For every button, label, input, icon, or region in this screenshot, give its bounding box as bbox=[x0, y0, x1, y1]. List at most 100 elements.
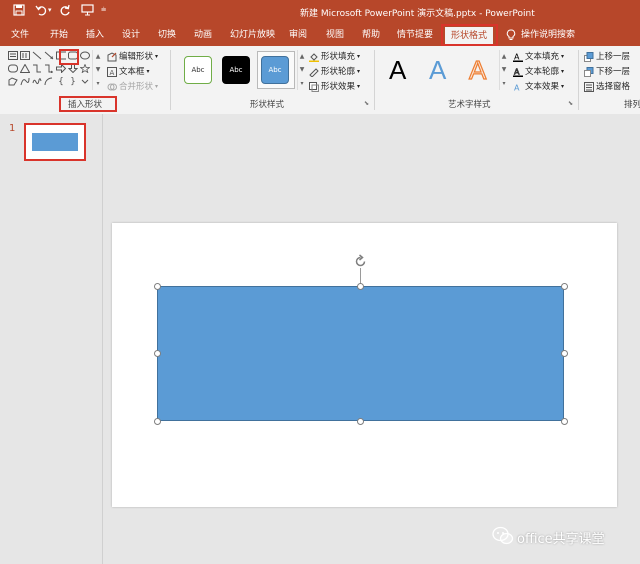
wordart-style-orange-outline[interactable]: A bbox=[468, 54, 487, 85]
oval-shape-icon[interactable] bbox=[80, 51, 90, 60]
tab-insert[interactable]: 插入 bbox=[86, 24, 104, 46]
customize-qat-icon[interactable]: ⩧ bbox=[101, 5, 106, 15]
ribbon-tab-bar: 文件 开始 插入 设计 切换 动画 幻灯片放映 审阅 视图 帮助 情节提要 形状… bbox=[0, 24, 640, 46]
left-brace-shape-icon[interactable]: { bbox=[56, 77, 66, 87]
more-shapes-icon[interactable] bbox=[80, 77, 90, 86]
text-box-label: 文本框 bbox=[119, 67, 145, 77]
elbow-connector-shape-icon[interactable] bbox=[32, 64, 42, 73]
text-outline-button[interactable]: A 文本轮廓 ▾ bbox=[513, 65, 564, 79]
star-shape-icon[interactable] bbox=[80, 64, 90, 73]
slide-thumbnails-panel: 1 bbox=[0, 114, 103, 564]
shapes-gallery-scroll[interactable]: ▲ ▼ ▾ bbox=[92, 50, 103, 90]
window-title: 新建 Microsoft PowerPoint 演示文稿.pptx - Powe… bbox=[300, 9, 535, 19]
merge-shapes-button[interactable]: 合并形状 ▾ bbox=[107, 80, 158, 94]
text-fill-label: 文本填充 bbox=[525, 52, 560, 62]
triangle-shape-icon[interactable] bbox=[20, 64, 30, 73]
svg-text:A: A bbox=[514, 53, 520, 62]
send-backward-button[interactable]: 下移一层 bbox=[584, 65, 630, 79]
wordart-styles-launcher-icon[interactable]: ⬊ bbox=[568, 100, 573, 107]
tell-me-search[interactable]: 操作说明搜索 bbox=[521, 24, 575, 46]
styles-down-icon[interactable]: ▼ bbox=[300, 66, 305, 73]
shape-outline-button[interactable]: 形状轮廓 ▾ bbox=[309, 65, 360, 79]
resize-handle-bottom-right[interactable] bbox=[561, 418, 568, 425]
shape-effects-button[interactable]: 形状效果 ▾ bbox=[309, 80, 360, 94]
tab-transitions[interactable]: 切换 bbox=[158, 24, 176, 46]
shape-fill-button[interactable]: 形状填充 ▾ bbox=[309, 50, 360, 64]
styles-more-icon[interactable]: ▾ bbox=[300, 80, 303, 87]
resize-handle-right[interactable] bbox=[561, 350, 568, 357]
right-brace-shape-icon[interactable]: } bbox=[68, 77, 78, 87]
wordart-more-icon[interactable]: ▾ bbox=[502, 80, 505, 87]
curve-shape-icon[interactable] bbox=[20, 77, 30, 86]
shape-effects-label: 形状效果 bbox=[321, 82, 356, 92]
tab-animations[interactable]: 动画 bbox=[194, 24, 212, 46]
resize-handle-bottom-left[interactable] bbox=[154, 418, 161, 425]
wordart-up-icon[interactable]: ▲ bbox=[502, 53, 507, 60]
text-effects-button[interactable]: A 文本效果 ▾ bbox=[513, 80, 564, 94]
freeform-shape-icon[interactable] bbox=[8, 77, 18, 86]
group-separator bbox=[578, 50, 579, 110]
selection-pane-label: 选择窗格 bbox=[596, 82, 631, 92]
undo-icon[interactable] bbox=[34, 4, 48, 18]
tab-slide-show[interactable]: 幻灯片放映 bbox=[230, 24, 275, 46]
vertical-textbox-shape-icon[interactable] bbox=[20, 51, 30, 60]
selection-pane-button[interactable]: 选择窗格 bbox=[584, 80, 630, 94]
resize-handle-top[interactable] bbox=[357, 283, 364, 290]
resize-handle-top-right[interactable] bbox=[561, 283, 568, 290]
text-fill-button[interactable]: A 文本填充 ▾ bbox=[513, 50, 564, 64]
arrow-line-shape-icon[interactable] bbox=[44, 51, 54, 60]
repeat-icon[interactable] bbox=[58, 4, 72, 18]
textbox-shape-icon[interactable] bbox=[8, 51, 18, 60]
right-arrow-shape-icon[interactable] bbox=[56, 64, 66, 73]
wordart-down-icon[interactable]: ▼ bbox=[502, 66, 507, 73]
text-box-button[interactable]: A 文本框 ▾ bbox=[107, 65, 150, 79]
tab-file[interactable]: 文件 bbox=[11, 24, 29, 46]
wechat-logo-icon bbox=[492, 526, 514, 549]
bring-forward-button[interactable]: 上移一层 bbox=[584, 50, 630, 64]
oval-shape-icon[interactable] bbox=[8, 64, 18, 73]
selected-rectangle-shape[interactable] bbox=[157, 286, 564, 421]
slide-thumbnail[interactable] bbox=[24, 123, 86, 161]
elbow-arrow-shape-icon[interactable] bbox=[44, 64, 54, 73]
rotate-handle-icon[interactable] bbox=[353, 254, 368, 272]
resize-handle-top-left[interactable] bbox=[154, 283, 161, 290]
text-effects-label: 文本效果 bbox=[525, 82, 560, 92]
scribble-shape-icon[interactable] bbox=[32, 77, 42, 86]
line-shape-icon[interactable] bbox=[32, 51, 42, 60]
svg-text:A: A bbox=[110, 69, 115, 77]
tab-view[interactable]: 视图 bbox=[326, 24, 344, 46]
send-backward-label: 下移一层 bbox=[596, 67, 631, 77]
gallery-down-icon[interactable]: ▼ bbox=[96, 66, 101, 73]
arc-shape-icon[interactable] bbox=[44, 77, 54, 86]
group-separator bbox=[170, 50, 171, 110]
thumbnail-shape bbox=[32, 133, 78, 151]
gallery-up-icon[interactable]: ▲ bbox=[96, 53, 101, 60]
shape-style-white[interactable]: Abc bbox=[184, 56, 212, 84]
shape-styles-launcher-icon[interactable]: ⬊ bbox=[364, 100, 369, 107]
wordart-style-blue[interactable]: A bbox=[429, 55, 446, 85]
tab-review[interactable]: 审阅 bbox=[289, 24, 307, 46]
gallery-more-icon[interactable]: ▾ bbox=[96, 80, 99, 87]
shape-style-blue[interactable]: Abc bbox=[261, 56, 289, 84]
rectangle-highlight-box bbox=[59, 49, 79, 65]
edit-shape-button[interactable]: 编辑形状 ▾ bbox=[107, 50, 158, 64]
tab-design[interactable]: 设计 bbox=[122, 24, 140, 46]
tab-help[interactable]: 帮助 bbox=[362, 24, 380, 46]
wordart-style-black[interactable]: A bbox=[389, 55, 406, 85]
styles-up-icon[interactable]: ▲ bbox=[300, 53, 305, 60]
start-from-beginning-icon[interactable] bbox=[80, 4, 94, 18]
tab-storyboarding[interactable]: 情节提要 bbox=[397, 24, 433, 46]
shape-style-black[interactable]: Abc bbox=[222, 56, 250, 84]
resize-handle-left[interactable] bbox=[154, 350, 161, 357]
save-icon[interactable] bbox=[12, 4, 26, 18]
tab-home[interactable]: 开始 bbox=[50, 24, 68, 46]
shapes-gallery[interactable]: { } bbox=[8, 51, 92, 93]
bring-forward-label: 上移一层 bbox=[596, 52, 631, 62]
resize-handle-bottom[interactable] bbox=[357, 418, 364, 425]
arrange-group-label: 排列 bbox=[624, 100, 640, 110]
down-arrow-shape-icon[interactable] bbox=[68, 64, 78, 73]
shape-styles-scroll[interactable]: ▲ ▼ ▾ bbox=[297, 50, 306, 90]
wordart-styles-scroll[interactable]: ▲ ▼ ▾ bbox=[499, 50, 508, 90]
undo-dropdown-icon[interactable]: ▾ bbox=[48, 6, 52, 14]
title-bar: ▾ ⩧ 新建 Microsoft PowerPoint 演示文稿.pptx - … bbox=[0, 0, 640, 24]
